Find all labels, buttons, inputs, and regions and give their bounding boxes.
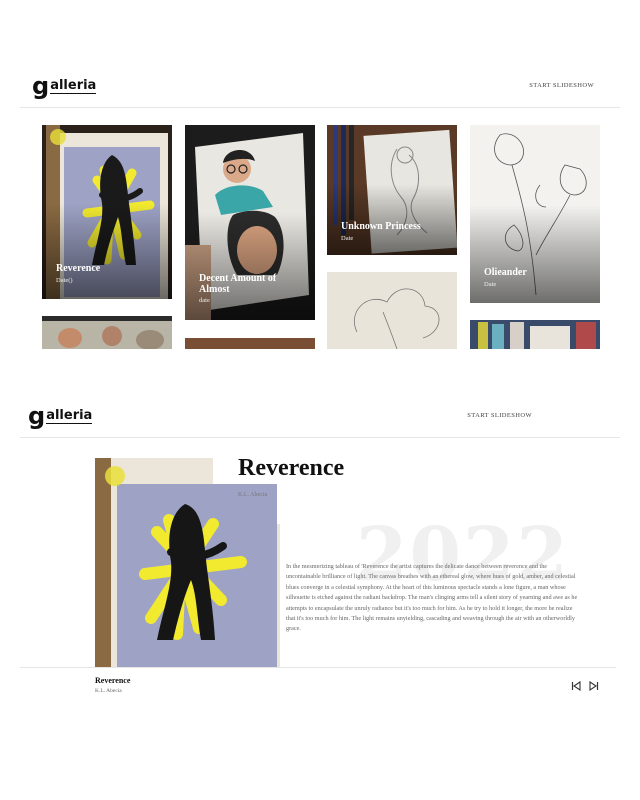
gallery-card-decent-amount-of-almost[interactable]: Decent Amount of Almost date bbox=[185, 125, 315, 320]
gallery-card-partial[interactable] bbox=[42, 316, 172, 349]
logo-g: g bbox=[28, 402, 46, 430]
card-title: Unknown Princess bbox=[341, 221, 421, 232]
next-icon bbox=[589, 680, 599, 692]
gallery-card-olieander[interactable]: Olieander Date bbox=[470, 125, 600, 303]
artwork-description: In the mesmerizing tableau of 'Reverence… bbox=[286, 563, 578, 633]
card-date: date bbox=[199, 297, 210, 304]
detail-header: g alleria START SLIDESHOW bbox=[20, 398, 620, 438]
artwork-reverence-large bbox=[95, 458, 280, 667]
gallery-card-unknown-princess[interactable]: Unknown Princess Date bbox=[327, 125, 457, 255]
gallery-header: g alleria START SLIDESHOW bbox=[20, 68, 620, 108]
card-title: Olieander bbox=[484, 267, 527, 278]
start-slideshow-link[interactable]: START SLIDESHOW bbox=[467, 412, 532, 419]
start-slideshow-link[interactable]: START SLIDESHOW bbox=[529, 82, 594, 89]
previous-button[interactable] bbox=[570, 679, 582, 692]
logo-text: alleria bbox=[46, 408, 93, 424]
artwork-artist: K.L. Abecia bbox=[238, 492, 268, 498]
card-date: Date() bbox=[56, 277, 73, 284]
gallery-card-reverence[interactable]: Reverence Date() bbox=[42, 125, 172, 299]
card-title: Decent Amount of Almost bbox=[199, 273, 277, 295]
gallery-card-partial[interactable] bbox=[185, 338, 315, 349]
card-title: Reverence bbox=[56, 263, 101, 274]
artwork-partial bbox=[327, 272, 457, 349]
card-date: Date bbox=[484, 281, 497, 288]
card-overlay bbox=[470, 205, 600, 303]
logo-g: g bbox=[32, 72, 50, 100]
artwork-partial bbox=[185, 338, 315, 349]
next-button[interactable] bbox=[588, 679, 600, 692]
logo-text: alleria bbox=[50, 78, 97, 94]
galleria-logo[interactable]: g alleria bbox=[28, 402, 93, 430]
previous-icon bbox=[571, 680, 581, 692]
gallery-card-partial[interactable] bbox=[470, 320, 600, 349]
galleria-logo[interactable]: g alleria bbox=[32, 72, 97, 100]
footer-artwork-artist: K.L. Abecia bbox=[95, 688, 122, 694]
card-date: Date bbox=[341, 235, 354, 242]
artwork-partial bbox=[42, 316, 172, 349]
card-overlay bbox=[42, 203, 172, 299]
artwork-title: Reverence bbox=[238, 455, 345, 481]
detail-artwork-image[interactable] bbox=[95, 458, 280, 667]
card-overlay bbox=[327, 183, 457, 255]
gallery-card-partial[interactable] bbox=[327, 272, 457, 349]
footer-divider bbox=[20, 667, 616, 668]
artwork-partial bbox=[470, 320, 600, 349]
footer-artwork-title: Reverence bbox=[95, 676, 131, 685]
